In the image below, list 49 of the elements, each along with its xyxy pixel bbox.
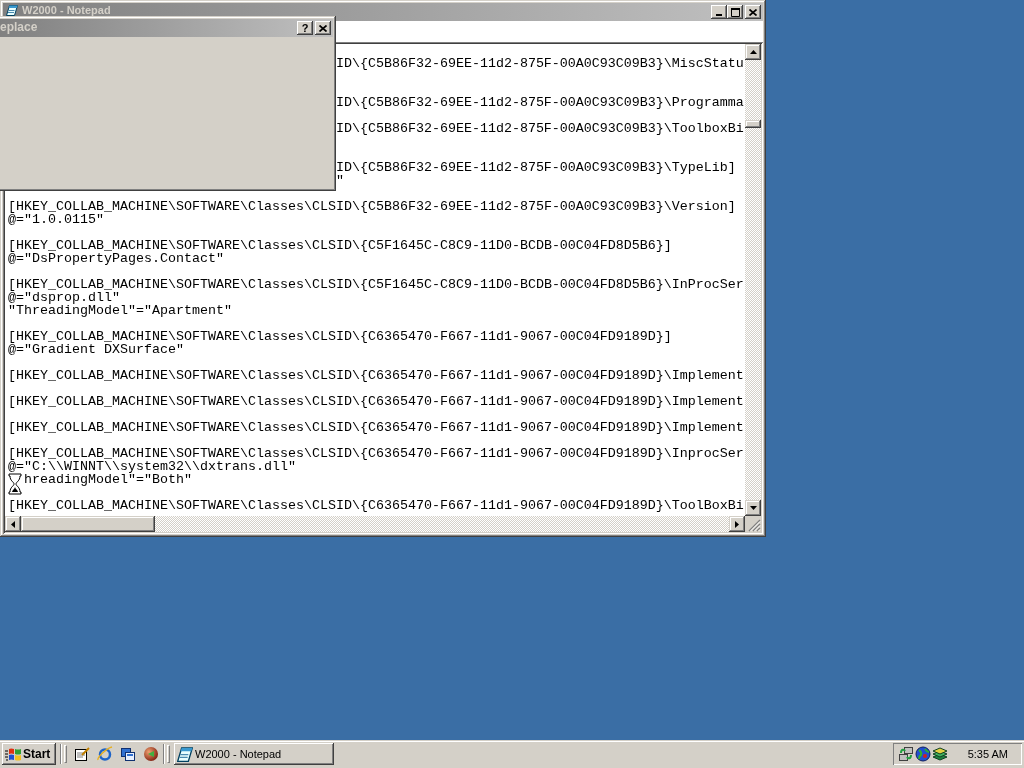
taskbar-button[interactable]: W2000 - Notepad [174, 743, 334, 765]
text-line: "ThreadingModel"="Apartment" [8, 303, 232, 318]
ring-orbit-icon[interactable] [97, 746, 113, 762]
up-triangle-icon [749, 50, 757, 54]
maximize-icon [730, 7, 740, 17]
left-triangle-icon [11, 520, 15, 528]
scroll-thumb[interactable] [21, 516, 155, 532]
clock: 5:35 AM [967, 747, 1008, 761]
text-line: [HKEY_COLLAB_MACHINE\SOFTWARE\Classes\CLSID\{C6365470-F667-11d1-9067-00C04FD9189D}\Implement [8, 420, 744, 435]
text-line: [HKEY_COLLAB_MACHINE\SOFTWARE\Classes\CLSID\{C6365470-F667-11d1-9067-00C04FD9189D}\InprocSer [8, 446, 744, 461]
text-line: ID\{C5B86F32-69EE-11d2-875F-00A0C93C09B3}\ToolboxBi [335, 121, 744, 136]
text-line: [HKEY_COLLAB_MACHINE\SOFTWARE\Classes\CLSID\{C6365470-F667-11d1-9067-00C04FD9189D}\Implement [8, 368, 744, 383]
text-line: ID\{C5B86F32-69EE-11d2-875F-00A0C93C09B3}\MiscStatu [335, 56, 744, 71]
text-line: [HKEY_COLLAB_MACHINE\SOFTWARE\Classes\CLSID\{C5F1645C-C8C9-11D0-BCDB-00C04FD8D5B6}\InProcSer [8, 277, 744, 292]
text-line: hreadingModel"="Both" [24, 472, 192, 487]
text-line: @="dsprop.dll" [8, 290, 120, 305]
text-line: [HKEY_COLLAB_MACHINE\SOFTWARE\Classes\CLSID\{C6365470-F667-11d1-9067-00C04FD9189D}\ToolBoxBi [8, 498, 744, 513]
window-title: W2000 - Notepad [22, 4, 111, 16]
network-icon[interactable] [898, 746, 914, 762]
scroll-thumb[interactable] [745, 120, 761, 128]
text-line: " [335, 173, 344, 188]
text-line: ID\{C5B86F32-69EE-11d2-875F-00A0C93C09B3}\Programma [335, 95, 744, 110]
text-line: [HKEY_COLLAB_MACHINE\SOFTWARE\Classes\CLSID\{C5B86F32-69EE-11d2-875F-00A0C93C09B3}\Version] [8, 199, 736, 214]
close-icon [319, 24, 327, 32]
text-line: ID\{C5B86F32-69EE-11d2-875F-00A0C93C09B3}\TypeLib] [335, 160, 736, 175]
text-line: [HKEY_COLLAB_MACHINE\SOFTWARE\Classes\CLSID\{C6365470-F667-11d1-9067-00C04FD9189D}\Implement [8, 394, 744, 409]
text-line: @="DsPropertyPages.Contact" [8, 251, 224, 266]
flag-icon [5, 747, 21, 761]
window-title: eplace [0, 21, 38, 34]
scroll-right-button[interactable] [729, 516, 745, 532]
text-line: @="C:\\WINNT\\system32\\dxtrans.dll" [8, 459, 296, 474]
scroll-up-button[interactable] [745, 44, 761, 60]
right-triangle-icon [735, 520, 739, 528]
close-icon [749, 8, 757, 16]
notepad-icon [177, 746, 193, 762]
scroll-down-button[interactable] [745, 500, 761, 516]
text-line: @="Gradient DXSurface" [8, 342, 184, 357]
stack-icon[interactable] [932, 746, 948, 762]
start-button[interactable]: Start [2, 743, 56, 765]
text-line: [HKEY_COLLAB_MACHINE\SOFTWARE\Classes\CLSID\{C6365470-F667-11d1-9067-00C04FD9189D}] [8, 329, 672, 344]
globe-icon[interactable] [915, 746, 931, 762]
text-line: [HKEY_COLLAB_MACHINE\SOFTWARE\Classes\CLSID\{C5F1645C-C8C9-11D0-BCDB-00C04FD8D5B6}] [8, 238, 672, 253]
text-line: @="1.0.0115" [8, 212, 104, 227]
minimize-icon [716, 13, 722, 16]
notepad-icon [6, 4, 18, 16]
note-pencil-icon[interactable] [74, 746, 90, 762]
down-triangle-icon [749, 506, 757, 510]
overlapping-boxes-icon[interactable] [120, 746, 136, 762]
scroll-left-button[interactable] [5, 516, 21, 532]
